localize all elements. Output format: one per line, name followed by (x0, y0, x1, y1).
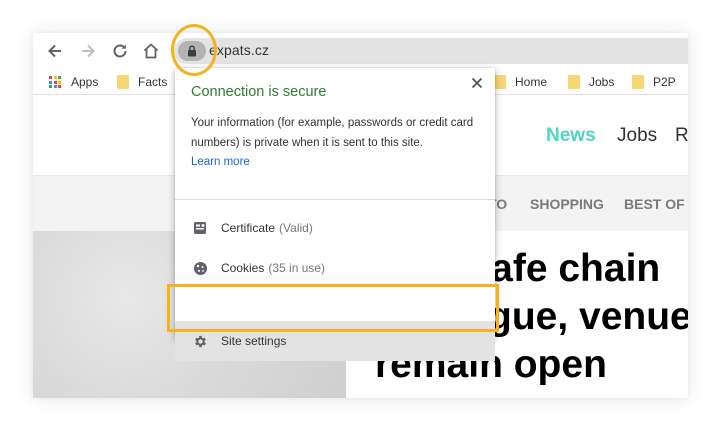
nav-news[interactable]: News (546, 125, 596, 147)
certificate-row[interactable]: Certificate (Valid) (175, 208, 495, 248)
lock-highlight-circle (171, 24, 217, 76)
screenshot-frame: expats.cz Apps Facts Home Jobs P2P News … (33, 33, 688, 398)
address-bar[interactable]: expats.cz (174, 38, 688, 64)
home-icon (143, 43, 159, 59)
bookmark-label: Home (515, 75, 548, 89)
certificate-label: Certificate (221, 221, 276, 235)
folder-icon (632, 75, 644, 89)
folder-icon (117, 75, 129, 89)
home-button[interactable] (139, 39, 163, 63)
nav-item-partial[interactable]: R (675, 125, 688, 147)
bookmark-apps[interactable]: Apps (49, 73, 98, 91)
certificate-icon (192, 220, 208, 236)
cookies-label: Cookies (221, 261, 265, 275)
url-text[interactable]: expats.cz (209, 42, 269, 58)
connection-description: Your information (for example, passwords… (191, 117, 474, 149)
certificate-status: (Valid) (279, 221, 313, 235)
subnav-best-of[interactable]: BEST OF F (624, 196, 688, 212)
browser-toolbar: expats.cz (33, 33, 688, 69)
nav-jobs[interactable]: Jobs (617, 125, 657, 147)
bookmark-p2p[interactable]: P2P (632, 73, 676, 91)
gear-icon (192, 333, 208, 349)
bookmark-label: P2P (653, 75, 676, 89)
popup-divider (175, 199, 495, 200)
folder-icon (568, 75, 580, 89)
reload-icon (113, 44, 127, 58)
subnav-shopping[interactable]: SHOPPING (530, 196, 604, 212)
reload-button[interactable] (108, 39, 132, 63)
learn-more-link[interactable]: Learn more (191, 152, 250, 172)
cookies-count: (35 in use) (268, 261, 326, 275)
bookmark-home[interactable]: Home (494, 73, 547, 91)
back-arrow-icon (48, 44, 61, 58)
bookmark-label: Jobs (589, 75, 615, 89)
bookmark-facts[interactable]: Facts (117, 73, 167, 91)
bookmark-label: Facts (138, 75, 168, 89)
bookmark-label: Apps (71, 75, 99, 89)
cookie-icon (192, 260, 208, 276)
site-settings-highlight (167, 284, 499, 332)
site-settings-label: Site settings (221, 334, 287, 348)
back-button[interactable] (43, 39, 67, 63)
forward-button[interactable] (76, 39, 100, 63)
headline-line: gue, venue (488, 295, 688, 338)
folder-icon (494, 75, 506, 89)
bookmark-jobs[interactable]: Jobs (568, 73, 614, 91)
close-button[interactable] (468, 74, 486, 92)
close-icon (471, 77, 483, 89)
cookies-row[interactable]: Cookies (35 in use) (175, 248, 495, 288)
apps-grid-icon (49, 76, 61, 88)
connection-status-title: Connection is secure (191, 84, 327, 100)
forward-arrow-icon (82, 44, 95, 58)
